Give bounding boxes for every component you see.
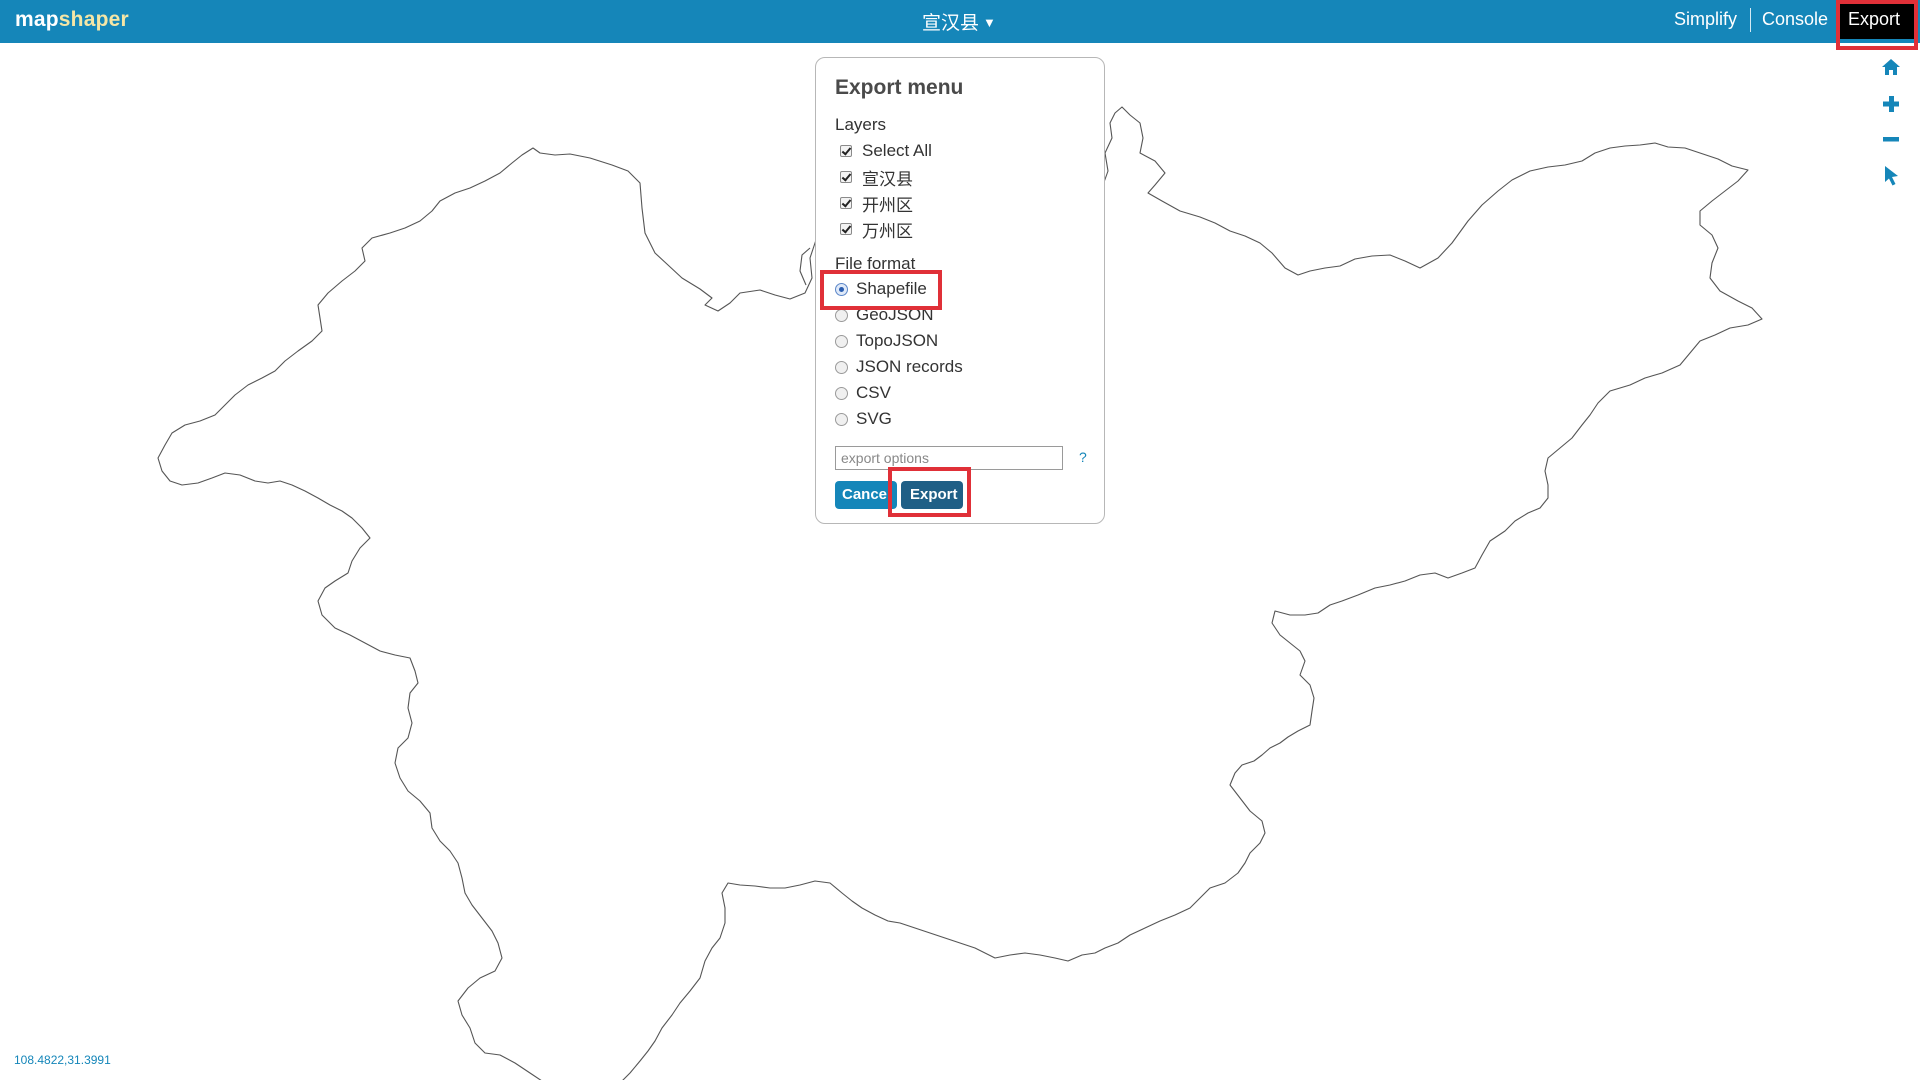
- radio-button[interactable]: [835, 386, 848, 400]
- radio-button[interactable]: [835, 308, 848, 322]
- home-icon[interactable]: [1880, 56, 1902, 78]
- layers-label: Layers: [835, 115, 887, 134]
- checkbox[interactable]: [840, 223, 852, 235]
- console-button[interactable]: Console: [1762, 9, 1828, 30]
- layer-selector[interactable]: 宣汉县 ▼: [922, 8, 996, 35]
- layer-option[interactable]: 开州区: [835, 192, 913, 215]
- checkbox[interactable]: [840, 171, 852, 183]
- top-bar: mapshaper 宣汉县 ▼ Simplify Console Export: [0, 0, 1920, 43]
- format-option-topojson[interactable]: TopoJSON: [835, 330, 938, 352]
- layer-option[interactable]: 宣汉县: [835, 166, 913, 189]
- logo-text-shaper: shaper: [58, 8, 129, 31]
- layer-selector-label: 宣汉县: [922, 13, 980, 34]
- layer-option-label: 万州区: [862, 221, 913, 241]
- dialog-title: Export menu: [835, 76, 964, 99]
- nav-divider: [1750, 8, 1751, 32]
- app-logo: mapshaper: [15, 8, 129, 32]
- format-option-label: SVG: [856, 409, 892, 428]
- radio-button[interactable]: [835, 334, 848, 348]
- format-option-svg[interactable]: SVG: [835, 408, 892, 430]
- layer-option-select-all[interactable]: Select All: [835, 140, 932, 162]
- format-option-csv[interactable]: CSV: [835, 382, 891, 404]
- layer-option-label: 开州区: [862, 195, 913, 215]
- format-option-label: CSV: [856, 383, 891, 402]
- chevron-down-icon: ▼: [983, 15, 996, 30]
- pointer-icon[interactable]: [1880, 164, 1902, 186]
- layer-option[interactable]: 万州区: [835, 218, 913, 241]
- format-option-label: TopoJSON: [856, 331, 939, 350]
- radio-button[interactable]: [835, 412, 848, 426]
- highlight-box-export-button: [888, 467, 971, 517]
- checkbox[interactable]: [840, 145, 852, 157]
- format-option-label: JSON records: [856, 357, 963, 376]
- help-link[interactable]: ?: [1079, 449, 1087, 465]
- format-option-json-records[interactable]: JSON records: [835, 356, 963, 378]
- radio-button[interactable]: [835, 360, 848, 374]
- zoom-in-icon[interactable]: [1880, 93, 1902, 115]
- simplify-button[interactable]: Simplify: [1674, 9, 1737, 30]
- checkbox[interactable]: [840, 197, 852, 209]
- highlight-box-export-nav: [1836, 0, 1918, 50]
- layer-option-label: Select All: [862, 141, 932, 160]
- inner-boundary-fragment: [799, 247, 811, 286]
- cursor-coordinates: 108.4822,31.3991: [14, 1053, 111, 1067]
- layer-option-label: 宣汉县: [862, 169, 913, 189]
- zoom-out-icon[interactable]: [1880, 128, 1902, 150]
- logo-text-map: map: [15, 8, 59, 31]
- app-window: mapshaper 宣汉县 ▼ Simplify Console Export E…: [0, 0, 1920, 1080]
- highlight-box-shapefile: [820, 270, 942, 310]
